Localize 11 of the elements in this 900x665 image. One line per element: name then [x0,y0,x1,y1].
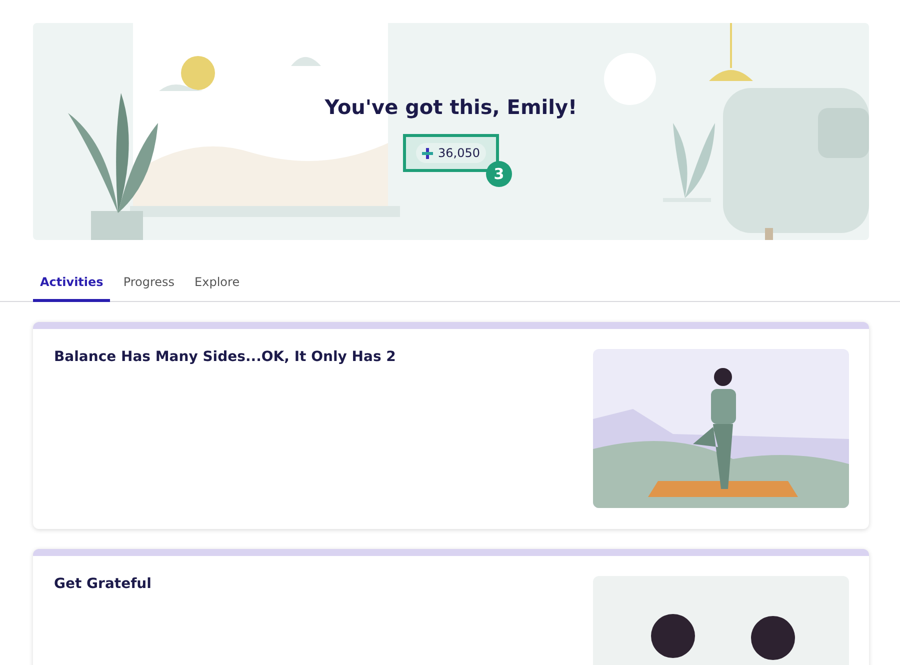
plus-icon [422,148,433,158]
activity-card[interactable]: Balance Has Many Sides...OK, It Only Has 2 [33,322,869,529]
activity-card[interactable]: Get Grateful [33,549,869,665]
points-value: 36,050 [438,146,480,160]
greeting-title: You've got this, Emily! [324,95,578,119]
activity-title: Get Grateful [54,576,152,594]
step-number-badge: 3 [486,161,512,187]
tab[interactable]: Progress [116,267,182,302]
activity-title: Balance Has Many Sides...OK, It Only Has 2 [54,349,396,367]
tab[interactable]: Activities [33,267,110,302]
tab[interactable]: Explore [188,267,247,302]
